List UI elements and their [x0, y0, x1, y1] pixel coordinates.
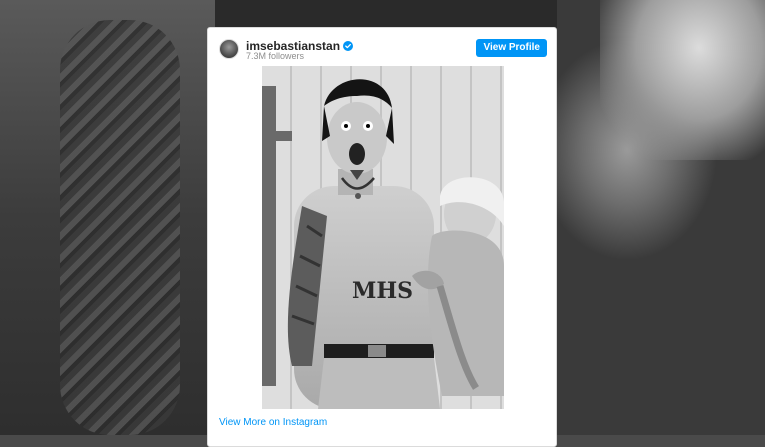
post-photo[interactable]: MHS: [262, 66, 504, 409]
tattoo-text: MHS: [352, 278, 413, 304]
view-profile-button[interactable]: View Profile: [476, 39, 547, 57]
view-more-link[interactable]: View More on Instagram: [219, 417, 327, 428]
instagram-embed-card: imsebastianstan 7.3M followers View Prof…: [207, 27, 557, 447]
background-tattooed-arm: [60, 20, 180, 435]
background-right-hair: [600, 0, 765, 160]
post-photo-graphic: MHS: [262, 66, 504, 409]
embed-header: imsebastianstan 7.3M followers View Prof…: [208, 28, 556, 64]
verified-badge-icon: [343, 41, 354, 51]
avatar[interactable]: [219, 39, 239, 59]
followers-count: 7.3M followers: [246, 51, 305, 61]
